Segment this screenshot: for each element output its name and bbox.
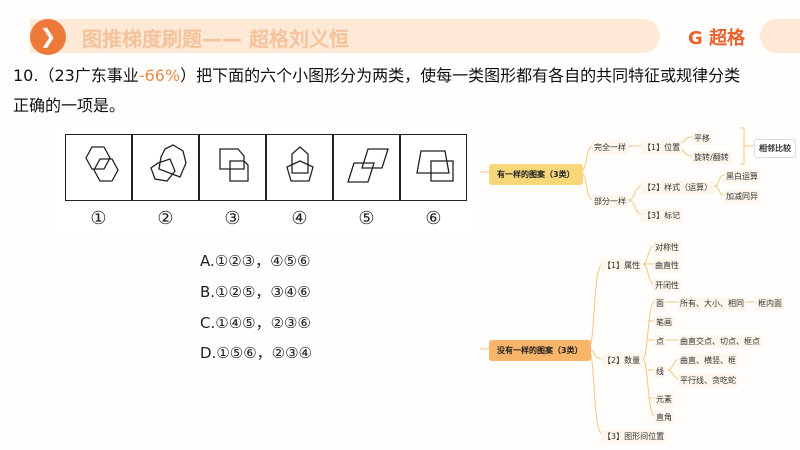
mindmap-node: 笔画	[654, 316, 674, 329]
mindmap-node: 【2】样式（运算）	[641, 181, 715, 194]
mindmap-node: 曲直交点、切点、框点	[678, 335, 762, 348]
mindmap-node: 曲直性	[653, 259, 681, 272]
mindmap-node: 对称性	[653, 241, 681, 254]
mindmap-node: 完全一样	[592, 141, 628, 154]
mindmap-node: 部分一样	[592, 195, 628, 208]
mindmap-node: 黑白运算	[724, 170, 760, 183]
mindmap-node: 元素	[654, 393, 674, 406]
mindmap-node: 【3】标记	[641, 209, 683, 222]
mindmap-node: 框内面	[756, 297, 784, 310]
mindmap-node: 曲直、横竖、框	[678, 354, 738, 367]
mindmap-node: 点	[654, 335, 666, 348]
mindmap-node: 线	[654, 365, 666, 378]
mindmap-node: 【3】图形间位置	[601, 430, 667, 443]
mindmap-node: 平行线、贪吃蛇	[678, 374, 738, 387]
mindmap-node: 面	[654, 297, 666, 310]
mindmap-root-same-pattern: 有一样的图案（3类）	[489, 164, 583, 185]
mindmap-node: 平移	[692, 132, 712, 145]
mindmap-node: 所有、大小、相同	[678, 297, 746, 310]
mindmap-node: 直角	[654, 411, 674, 424]
mindmap-node: 【1】位置	[641, 141, 683, 154]
mindmap-node: 【1】属性	[601, 259, 643, 272]
mindmap-node: 开闭性	[653, 279, 681, 292]
mindmap-root-no-same-pattern: 没有一样的图案（3类）	[489, 340, 591, 361]
mindmap-node: 加减同异	[724, 190, 760, 203]
mindmap-node-adjacent-compare: 相邻比较	[754, 139, 796, 158]
mindmap-node: 旋转/翻转	[692, 151, 731, 164]
mindmap-node: 【2】数量	[601, 354, 643, 367]
